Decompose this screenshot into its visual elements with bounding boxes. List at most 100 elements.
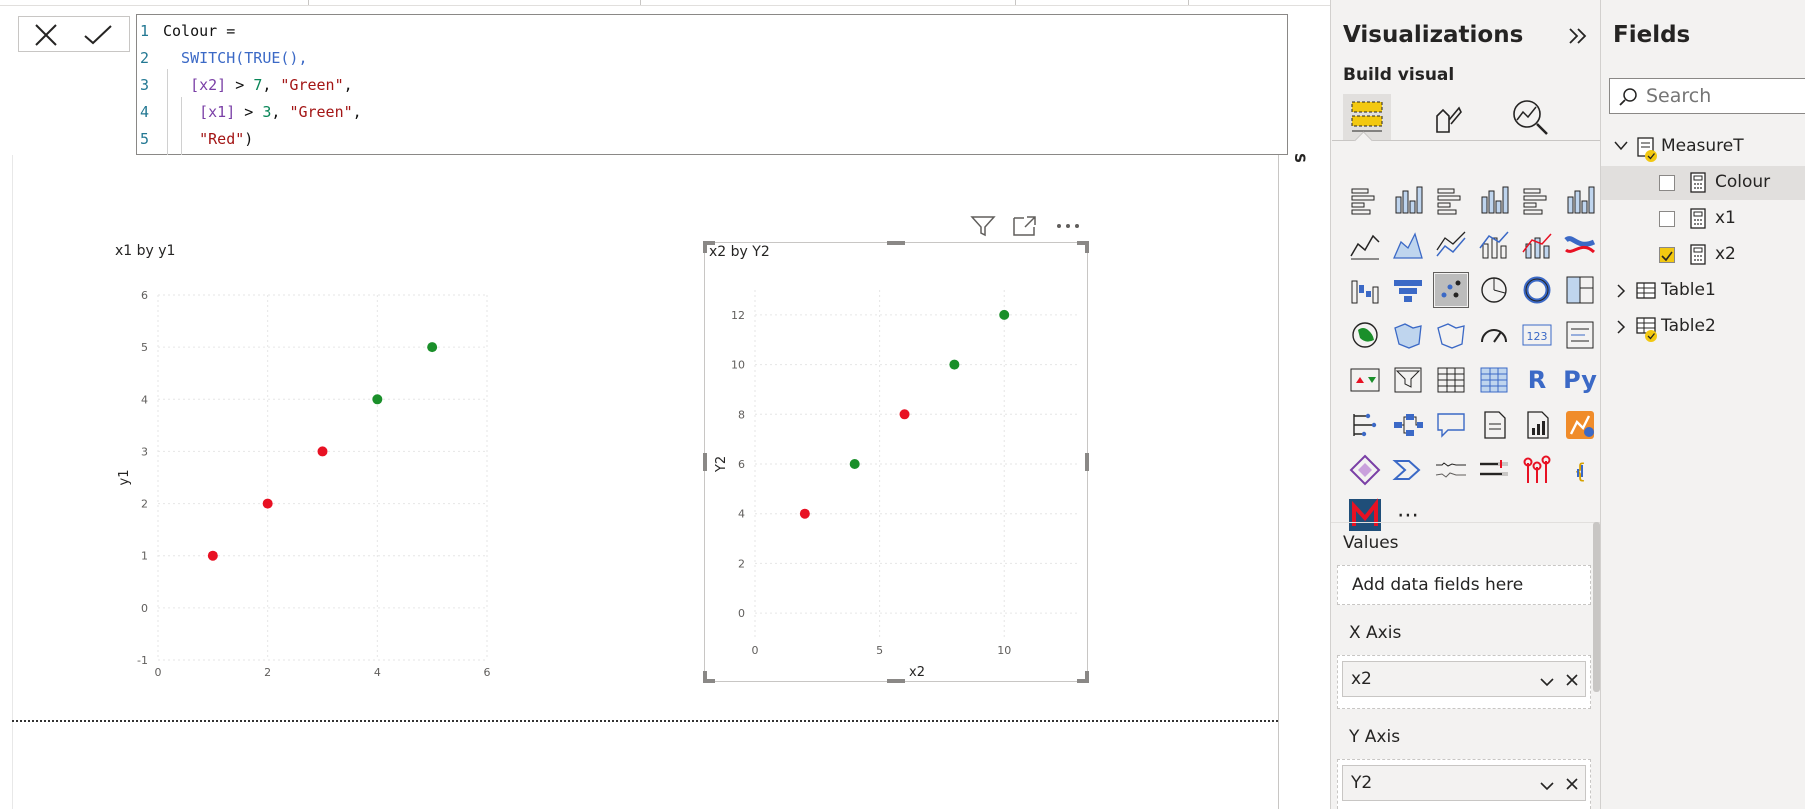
viz-type-bullet-chart[interactable]	[1477, 453, 1511, 487]
viz-type-line-clustered-column[interactable]	[1520, 228, 1554, 262]
viz-type-ribbon-chart[interactable]	[1563, 228, 1597, 262]
viz-type-scatter-chart[interactable]	[1433, 272, 1469, 308]
xaxis-drop-zone[interactable]: x2	[1337, 655, 1591, 709]
stacked-bar-icon	[1351, 188, 1375, 215]
resize-handle-corner[interactable]	[1085, 671, 1089, 683]
tree-node-table2[interactable]: Table2	[1601, 310, 1805, 344]
viz-type-paginated-report[interactable]	[1520, 408, 1554, 442]
viz-type-stacked-column[interactable]	[1391, 183, 1425, 217]
fields-search-box[interactable]	[1609, 78, 1805, 114]
viz-type-line-column[interactable]	[1477, 228, 1511, 262]
field-pill-dropdown[interactable]	[1539, 674, 1555, 694]
viz-type-multi-row-card[interactable]	[1563, 318, 1597, 352]
viz-type-azure-map[interactable]	[1563, 408, 1597, 442]
filter-button[interactable]	[970, 214, 996, 242]
resize-handle-corner[interactable]	[703, 241, 707, 253]
viz-type-treemap[interactable]	[1563, 273, 1597, 307]
resize-handle-edge[interactable]	[887, 679, 905, 683]
field-item-colour[interactable]: Colour	[1601, 166, 1805, 200]
build-visual-tab[interactable]	[1343, 94, 1391, 140]
viz-type-more-visuals[interactable]: ⋯	[1391, 498, 1425, 532]
viz-type-power-automate[interactable]	[1391, 453, 1425, 487]
commit-formula-button[interactable]	[83, 23, 113, 47]
viz-type-custom-map[interactable]	[1348, 498, 1382, 532]
viz-type-donut-chart[interactable]	[1520, 273, 1554, 307]
field-checkbox[interactable]	[1659, 175, 1675, 191]
viz-type-slicer[interactable]	[1391, 363, 1425, 397]
viz-type-r-visual[interactable]: R	[1520, 363, 1554, 397]
remove-field-button[interactable]	[1565, 776, 1579, 796]
viz-type-kpi[interactable]	[1348, 363, 1382, 397]
code-text: "Red")	[163, 126, 253, 153]
line-chart-icon	[1350, 234, 1380, 260]
viz-type-line-chart[interactable]	[1348, 228, 1382, 262]
pane-scrollbar-thumb[interactable]	[1593, 522, 1600, 692]
viz-type-key-influencers[interactable]	[1348, 408, 1382, 442]
focus-mode-button[interactable]	[1012, 214, 1038, 242]
donut-chart-icon	[1523, 276, 1551, 304]
resize-handle-edge[interactable]	[703, 453, 707, 471]
cancel-formula-button[interactable]	[33, 23, 59, 47]
collapse-pane-button[interactable]	[1567, 26, 1589, 50]
field-item-x1[interactable]: x1	[1601, 202, 1805, 236]
yaxis-drop-zone[interactable]: Y2	[1337, 759, 1591, 809]
viz-type-sparkline[interactable]	[1434, 453, 1468, 487]
viz-type-matrix[interactable]	[1477, 363, 1511, 397]
values-drop-zone[interactable]: Add data fields here	[1337, 565, 1591, 605]
viz-type-funnel[interactable]	[1391, 273, 1425, 307]
viz-type-map[interactable]	[1348, 318, 1382, 352]
viz-type-filled-map[interactable]	[1391, 318, 1425, 352]
data-point	[849, 459, 860, 469]
field-pill-dropdown[interactable]	[1539, 778, 1555, 798]
x-tick-label: 5	[876, 644, 883, 657]
viz-type-gauge[interactable]	[1477, 318, 1511, 352]
yaxis-field-pill[interactable]: Y2	[1342, 765, 1586, 801]
measure-table-icon	[1637, 137, 1657, 162]
resize-handle-corner[interactable]	[703, 671, 707, 683]
viz-type-power-apps[interactable]	[1348, 453, 1382, 487]
tree-node-label: Table2	[1661, 316, 1716, 336]
viz-type-card[interactable]: 123	[1520, 318, 1554, 352]
scatter-visual-1[interactable]: x1 by y1 -101234560246x1y1	[115, 242, 515, 682]
resize-handle-edge[interactable]	[887, 241, 905, 245]
tree-node-measure-table[interactable]: MeasureT	[1601, 130, 1805, 164]
viz-type-stacked-area[interactable]	[1434, 228, 1468, 262]
search-input[interactable]	[1644, 83, 1805, 109]
resize-handle-edge[interactable]	[1085, 453, 1089, 471]
scatter-visual-2[interactable]: x2 by Y2 0 2 4 6 8 10 12 0 5 10 x2 Y2	[703, 241, 1089, 683]
field-checkbox[interactable]	[1659, 247, 1675, 263]
viz-type-pie-chart[interactable]	[1477, 273, 1511, 307]
viz-type-100-column[interactable]	[1563, 183, 1597, 217]
viz-type-qa[interactable]	[1434, 408, 1468, 442]
xaxis-field-pill[interactable]: x2	[1342, 661, 1586, 697]
viz-type-stacked-bar[interactable]	[1348, 183, 1382, 217]
viz-type-python-visual[interactable]: Py	[1563, 363, 1597, 397]
field-pill-label: x2	[1351, 669, 1372, 689]
100-column-icon	[1567, 186, 1595, 214]
field-item-x2[interactable]: x2	[1601, 238, 1805, 272]
collapsed-pane-tab[interactable]: S	[1291, 153, 1307, 163]
viz-type-shape-map[interactable]	[1434, 318, 1468, 352]
viz-type-clustered-bar[interactable]	[1434, 183, 1468, 217]
viz-type-smart-narrative[interactable]	[1477, 408, 1511, 442]
format-visual-tab[interactable]	[1427, 98, 1467, 142]
resize-handle-corner[interactable]	[1085, 241, 1089, 253]
viz-type-decomposition-tree[interactable]	[1391, 408, 1425, 442]
viz-type-area-chart[interactable]	[1391, 228, 1425, 262]
ribbon-separator	[1188, 0, 1189, 5]
remove-field-button[interactable]	[1565, 672, 1579, 692]
viz-type-clustered-column[interactable]	[1477, 183, 1511, 217]
field-checkbox[interactable]	[1659, 211, 1675, 227]
matrix-icon	[1480, 367, 1508, 393]
analytics-tab[interactable]	[1509, 96, 1551, 142]
viz-type-custom-visual[interactable]: {	[1563, 453, 1597, 487]
more-visuals-icon: ⋯	[1397, 502, 1419, 528]
viz-type-100-bar[interactable]	[1520, 183, 1554, 217]
more-options-button[interactable]	[1055, 214, 1081, 242]
formula-editor[interactable]: 1 Colour = 2 SWITCH(TRUE(), 3 [x2] > 7, "Gr…	[136, 14, 1428, 156]
viz-type-waterfall[interactable]	[1348, 273, 1382, 307]
r-visual-icon: R	[1527, 366, 1547, 394]
viz-type-lollipop[interactable]	[1520, 453, 1554, 487]
viz-type-table-visual[interactable]	[1434, 363, 1468, 397]
tree-node-table1[interactable]: Table1	[1601, 274, 1805, 308]
